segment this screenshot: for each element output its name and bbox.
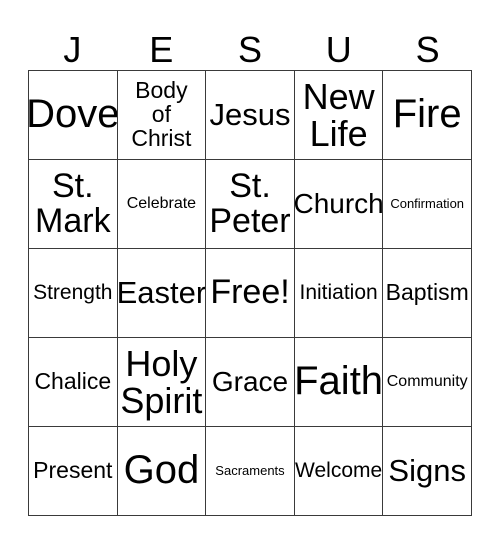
bingo-cell-label: St. Peter: [209, 166, 291, 240]
bingo-cell-label: Faith: [294, 359, 384, 404]
bingo-cell-label: Grace: [211, 366, 289, 398]
bingo-cell-r3c4[interactable]: Initiation: [294, 249, 384, 338]
bingo-cell-free-space[interactable]: Free!: [206, 249, 295, 338]
bingo-cell-label: God: [123, 448, 200, 493]
bingo-cell-label: Celebrate: [126, 194, 197, 212]
bingo-cell-label: Easter: [117, 274, 207, 310]
bingo-cell-r5c4[interactable]: Welcome: [294, 427, 384, 516]
bingo-cell-r5c3[interactable]: Sacraments: [206, 427, 295, 516]
bingo-cell-r2c1[interactable]: St. Mark: [29, 160, 118, 249]
bingo-cell-label: Jesus: [209, 96, 291, 132]
bingo-cell-label: St. Mark: [35, 166, 111, 240]
bingo-cell-label: Baptism: [385, 279, 469, 306]
bingo-cell-r2c4[interactable]: Church: [294, 160, 384, 249]
bingo-cell-r2c5[interactable]: Confirmation: [383, 160, 472, 249]
bingo-cell-r3c2[interactable]: Easter: [117, 249, 207, 338]
bingo-cell-label: Welcome: [295, 459, 383, 483]
bingo-cell-r1c5[interactable]: Fire: [383, 71, 472, 160]
bingo-cell-label: Present: [33, 457, 113, 484]
bingo-cell-r1c4[interactable]: New Life: [294, 71, 384, 160]
bingo-cell-label: New Life: [302, 75, 375, 154]
bingo-cell-r2c3[interactable]: St. Peter: [206, 160, 295, 249]
header-letter-5: S: [415, 29, 440, 70]
bingo-cell-label: Initiation: [299, 281, 378, 305]
bingo-card: J E S U S Dove Body of Christ Jesus New …: [0, 0, 500, 544]
header-letter-4: U: [325, 29, 352, 70]
bingo-cell-r2c2[interactable]: Celebrate: [117, 160, 207, 249]
bingo-cell-label: Confirmation: [390, 196, 465, 212]
bingo-cell-label: Sacraments: [215, 463, 285, 479]
header-letter-2: E: [149, 29, 174, 70]
bingo-cell-label: Body of Christ: [131, 77, 192, 151]
bingo-cell-label: Church: [294, 188, 384, 220]
bingo-cell-label: Chalice: [34, 368, 112, 395]
bingo-cell-label: Signs: [388, 452, 466, 488]
bingo-cell-r4c1[interactable]: Chalice: [29, 338, 118, 427]
bingo-cell-label: Free!: [210, 273, 290, 312]
bingo-cell-r3c1[interactable]: Strength: [29, 249, 118, 338]
bingo-cell-label: Holy Spirit: [120, 342, 203, 421]
bingo-grid: Dove Body of Christ Jesus New Life Fire …: [28, 70, 472, 516]
bingo-cell-r1c3[interactable]: Jesus: [206, 71, 295, 160]
bingo-cell-label: Dove: [29, 92, 118, 137]
bingo-cell-r1c2[interactable]: Body of Christ: [117, 71, 207, 160]
bingo-cell-r5c5[interactable]: Signs: [383, 427, 472, 516]
bingo-cell-label: Strength: [33, 281, 113, 305]
bingo-cell-r4c4[interactable]: Faith: [294, 338, 384, 427]
bingo-cell-r3c5[interactable]: Baptism: [383, 249, 472, 338]
bingo-cell-r4c2[interactable]: Holy Spirit: [117, 338, 207, 427]
bingo-cell-label: Community: [386, 372, 468, 390]
bingo-cell-r4c3[interactable]: Grace: [206, 338, 295, 427]
header-letter-3: S: [237, 29, 262, 70]
bingo-cell-r5c2[interactable]: God: [117, 427, 207, 516]
bingo-cell-r1c1[interactable]: Dove: [29, 71, 118, 160]
bingo-cell-r4c5[interactable]: Community: [383, 338, 472, 427]
bingo-cell-label: Fire: [392, 92, 462, 137]
bingo-header-row: J E S U S: [28, 20, 472, 70]
header-letter-1: J: [63, 29, 82, 70]
bingo-cell-r5c1[interactable]: Present: [29, 427, 118, 516]
